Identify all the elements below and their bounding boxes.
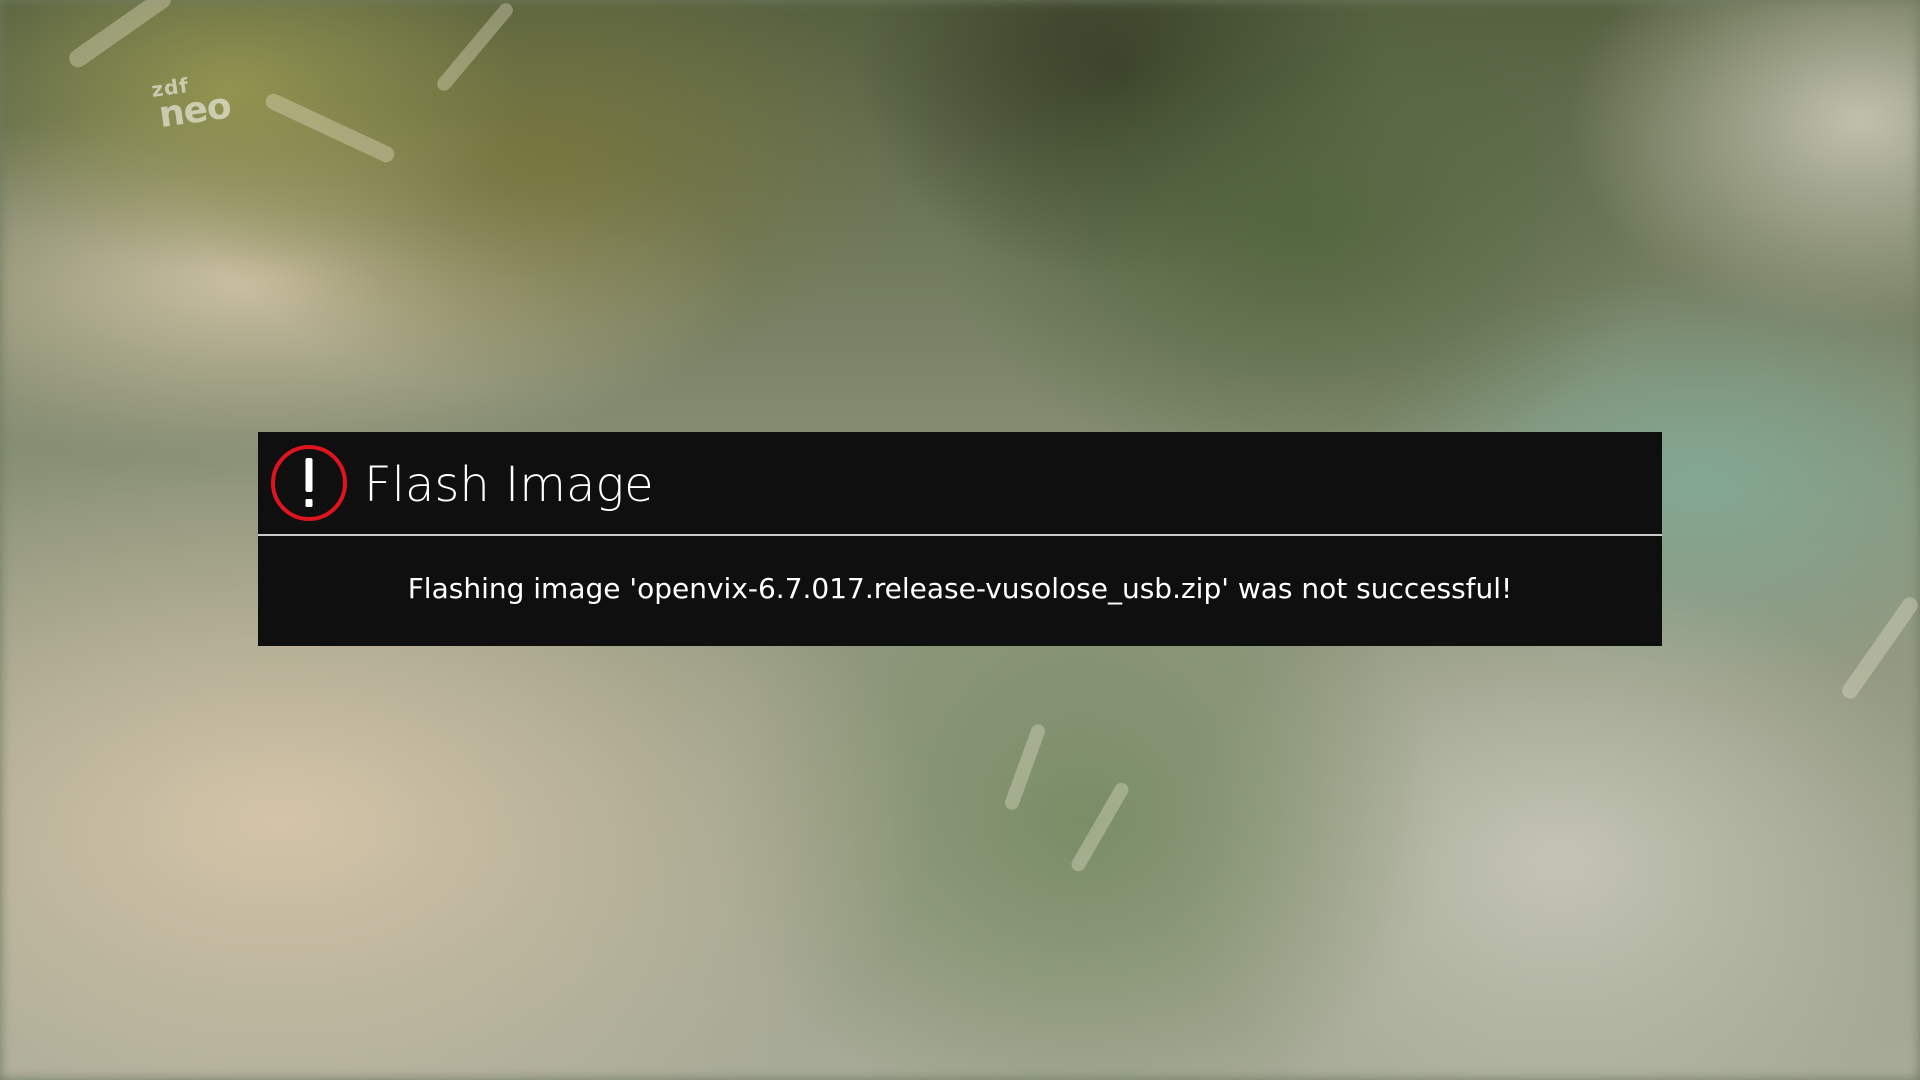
warning-exclamation-icon: [271, 445, 347, 521]
dialog-header: Flash Image: [258, 432, 1662, 536]
dialog-body: Flashing image 'openvix-6.7.017.release-…: [258, 536, 1662, 646]
tv-screen: zdf neo Flash Image Flashing image 'open…: [0, 0, 1920, 1080]
channel-logo-neo: neo: [156, 85, 234, 137]
dialog-message: Flashing image 'openvix-6.7.017.release-…: [407, 571, 1513, 605]
channel-logo: zdf neo: [146, 66, 246, 144]
message-dialog: Flash Image Flashing image 'openvix-6.7.…: [258, 432, 1662, 646]
dialog-title: Flash Image: [364, 457, 654, 513]
